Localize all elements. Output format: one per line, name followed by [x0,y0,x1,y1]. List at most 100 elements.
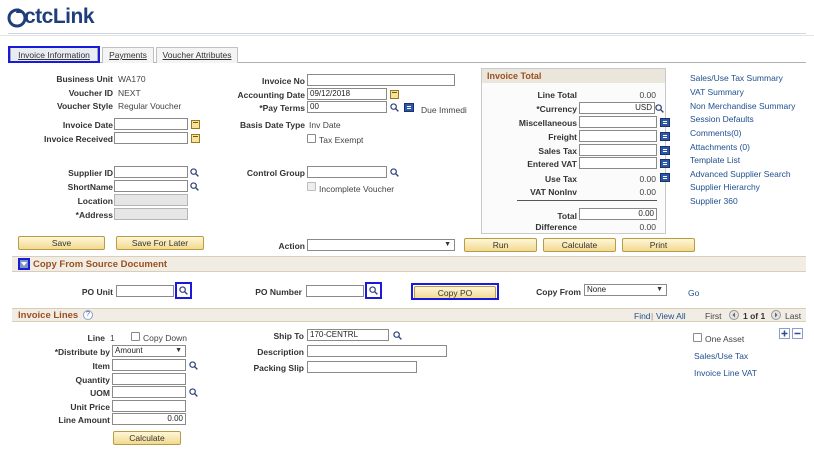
tax-exempt-label: Tax Exempt [319,135,364,145]
distribute-by-select[interactable]: Amount ▼ [112,345,186,357]
invoice-received-input[interactable] [114,132,188,144]
search-icon[interactable] [390,103,399,112]
miscellaneous-label: Miscellaneous [518,118,577,128]
copy-from-label: Copy From [536,287,581,297]
total-field: 0.00 [579,208,657,220]
location-field [114,194,188,206]
copy-from-select[interactable]: None ▼ [584,284,667,296]
search-icon[interactable] [189,361,198,370]
currency-label: *Currency [536,104,577,114]
incomplete-voucher-checkbox[interactable] [307,182,316,191]
find-link[interactable]: Find [634,311,651,321]
logo-text: ctcLink [24,5,95,28]
currency-input[interactable]: USD [579,102,655,114]
link-supplier-hierarchy[interactable]: Supplier Hierarchy [690,182,760,192]
ship-to-input[interactable]: 170-CENTRL [307,329,389,341]
invoice-no-input[interactable] [307,74,455,86]
tab-highlight [8,46,100,63]
supplier-id-label: Supplier ID [68,168,113,178]
previous-icon[interactable] [729,310,739,320]
tab-payments[interactable]: Payments [102,47,154,63]
description-input[interactable] [307,345,447,357]
supplier-id-input[interactable] [114,166,188,178]
quantity-input[interactable] [112,373,186,385]
control-group-input[interactable] [307,166,387,178]
copy-from-select-value: None [587,285,607,294]
search-icon[interactable] [369,286,378,295]
tax-exempt-checkbox[interactable] [307,134,316,143]
voucher-id-value: NEXT [118,88,141,98]
search-icon[interactable] [393,331,402,340]
triangle-down-icon [21,262,27,266]
invoice-date-label: Invoice Date [62,120,113,130]
save-button[interactable]: Save [18,236,105,250]
item-input[interactable] [112,359,186,371]
link-template-list[interactable]: Template List [690,155,740,165]
detail-icon[interactable] [660,132,670,141]
copy-down-checkbox[interactable] [131,332,140,341]
invoice-date-input[interactable] [114,118,188,130]
control-group-label: Control Group [246,168,305,178]
link-non-merchandise-summary[interactable]: Non Merchandise Summary [690,101,795,111]
search-icon[interactable] [190,168,199,177]
packing-slip-input[interactable] [307,361,417,373]
invoice-line-vat-link[interactable]: Invoice Line VAT [694,368,757,378]
link-vat-summary[interactable]: VAT Summary [690,87,744,97]
detail-icon[interactable] [660,118,670,127]
calendar-icon[interactable] [191,134,200,143]
link-supplier-360[interactable]: Supplier 360 [690,196,738,206]
uom-input[interactable] [112,386,186,398]
voucher-style-value: Regular Voucher [118,101,182,111]
help-icon[interactable]: ? [83,310,93,320]
detail-icon[interactable] [404,103,414,112]
print-button[interactable]: Print [622,238,695,252]
link-session-defaults[interactable]: Session Defaults [690,114,754,124]
search-icon[interactable] [179,286,188,295]
unit-price-input[interactable] [112,400,186,412]
po-unit-input[interactable] [116,285,174,297]
line-calculate-button[interactable]: Calculate [113,431,181,445]
view-all-link[interactable]: View All [656,311,686,321]
search-icon[interactable] [390,168,399,177]
search-icon[interactable] [189,388,198,397]
tab-voucher-attributes[interactable]: Voucher Attributes [156,47,238,63]
collapse-toggle[interactable] [18,258,30,270]
one-asset-checkbox[interactable] [693,333,702,342]
detail-icon[interactable] [660,173,670,182]
accounting-date-input[interactable]: 09/12/2018 [307,88,387,100]
sales-use-tax-link[interactable]: Sales/Use Tax [694,351,748,361]
po-number-input[interactable] [306,285,364,297]
run-button[interactable]: Run [464,238,537,252]
link-comments[interactable]: Comments(0) [690,128,741,138]
miscellaneous-input[interactable] [579,116,657,128]
calculate-button[interactable]: Calculate [543,238,616,252]
action-select[interactable]: ▼ [307,239,455,251]
line-amount-input[interactable]: 0.00 [112,413,186,425]
chevron-down-icon: ▼ [444,241,451,248]
link-attachments[interactable]: Attachments (0) [690,142,750,152]
sales-tax-input[interactable] [579,144,657,156]
next-icon[interactable] [771,310,781,320]
save-for-later-button[interactable]: Save For Later [116,236,204,250]
freight-input[interactable] [579,130,657,142]
search-icon[interactable] [655,104,664,113]
add-row-button[interactable] [779,328,790,339]
difference-label: Difference [535,222,577,232]
chevron-down-icon: ▼ [656,286,663,293]
address-field [114,208,188,220]
detail-icon[interactable] [660,159,670,168]
detail-icon[interactable] [660,146,670,155]
calendar-icon[interactable] [191,120,200,129]
voucher-id-label: Voucher ID [68,88,113,98]
calendar-icon[interactable] [390,90,399,99]
shortname-input[interactable] [114,180,188,192]
link-advanced-supplier-search[interactable]: Advanced Supplier Search [690,169,791,179]
pay-terms-input[interactable]: 00 [307,101,387,113]
link-sales-use-tax-summary[interactable]: Sales/Use Tax Summary [690,73,783,83]
go-link[interactable]: Go [688,288,699,298]
delete-row-button[interactable] [792,328,803,339]
entered-vat-input[interactable] [579,157,657,169]
pager-text: 1 of 1 [743,311,766,321]
search-icon[interactable] [190,182,199,191]
tab-strip: Invoice Information Payments Voucher Att… [8,46,806,63]
